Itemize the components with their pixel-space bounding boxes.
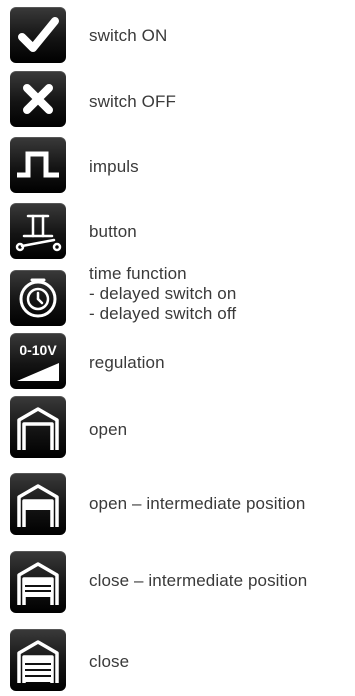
legend-label: switch OFF	[89, 92, 176, 111]
regulation-icon: 0-10V	[10, 333, 66, 389]
regulation-icon-text: 0-10V	[19, 342, 57, 358]
legend-label: button	[89, 222, 137, 241]
legend-label: open	[89, 420, 128, 439]
legend-sublabel: - delayed switch on	[89, 284, 237, 303]
legend-label: close – intermediate position	[89, 571, 308, 590]
legend-label: regulation	[89, 353, 165, 372]
garage-close-intermediate-icon	[10, 551, 66, 613]
legend-label: time function	[89, 264, 187, 283]
checkmark-icon	[10, 7, 66, 63]
timer-icon	[10, 270, 66, 326]
garage-closed-icon	[10, 629, 66, 691]
legend-label: open – intermediate position	[89, 494, 306, 513]
legend-label: close	[89, 652, 130, 671]
garage-open-icon	[10, 396, 66, 458]
legend-label: switch ON	[89, 26, 168, 45]
cross-icon	[10, 71, 66, 127]
legend-sublabel: - delayed switch off	[89, 304, 237, 323]
pulse-icon	[10, 137, 66, 193]
push-button-icon	[10, 203, 66, 259]
garage-open-intermediate-icon	[10, 473, 66, 535]
legend-label: impuls	[89, 157, 139, 176]
